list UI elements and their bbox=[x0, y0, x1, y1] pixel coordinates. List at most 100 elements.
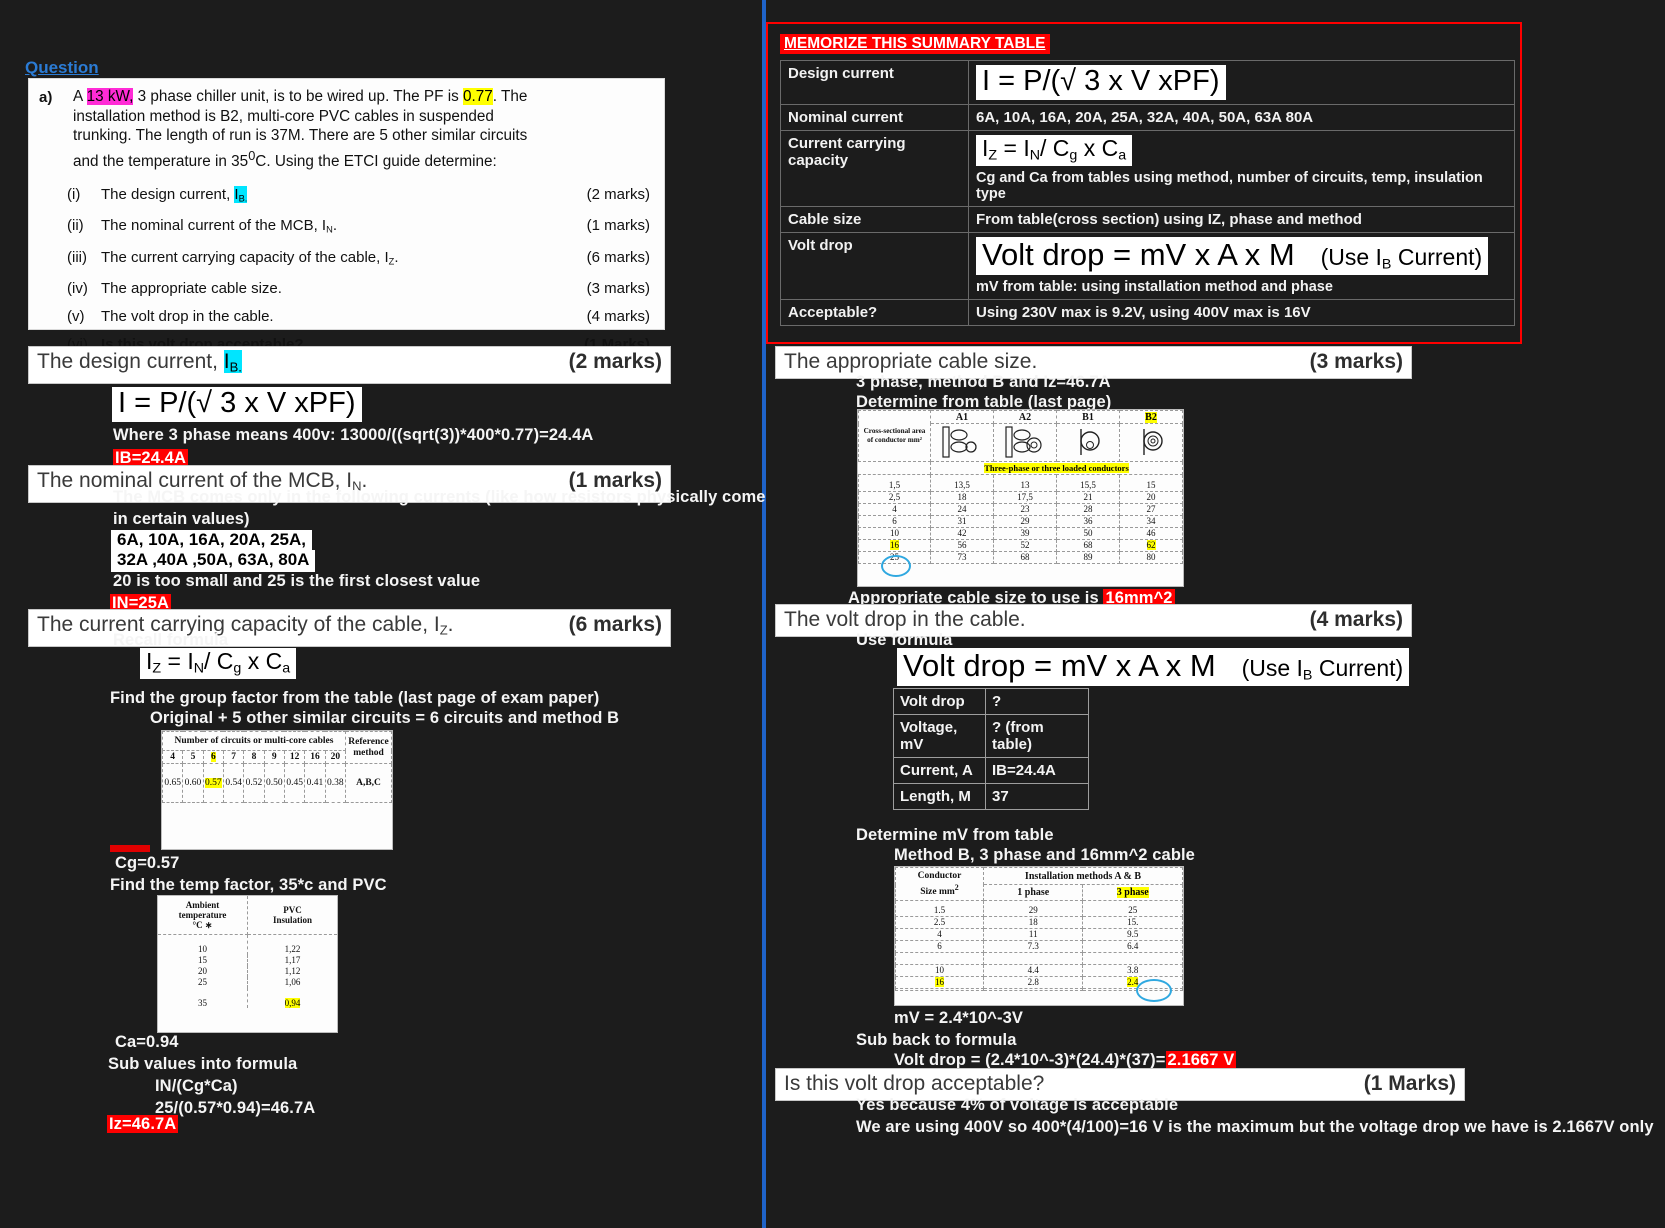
formula-text: I = P/(√ 3 x V xPF) bbox=[112, 387, 362, 422]
temp-factor-instruction: Find the temp factor, 35*c and PVC bbox=[110, 876, 387, 894]
cable-size-line-1: 3 phase, method B and Iz=46.7A bbox=[856, 373, 1111, 391]
summary-formula-volt-drop: Volt drop = mV x A x M (Use IB Current) bbox=[976, 236, 1489, 275]
cg-ref-val: A,B,C bbox=[345, 763, 392, 803]
mv-size bbox=[895, 987, 984, 991]
mcb-line-2: in certain values) bbox=[113, 510, 250, 528]
ca-temp: 15 bbox=[158, 954, 248, 966]
cg-val: 0.38 bbox=[324, 763, 347, 803]
question-item: (iv) The appropriate cable size. (3 mark… bbox=[39, 275, 654, 303]
banner-ib-highlight: IB. bbox=[223, 350, 242, 375]
cg-val-057: 0.57 bbox=[205, 778, 222, 788]
item-text-main: The nominal current of the MCB, I bbox=[101, 217, 327, 235]
q-mid: 3 phase chiller unit, is to be wired up.… bbox=[133, 88, 463, 105]
mv-1phase bbox=[982, 951, 1084, 965]
summary-formula-design-current: I = P/(√ 3 x V xPF) bbox=[976, 65, 1226, 100]
cg-col-6: 6 bbox=[210, 752, 216, 762]
mv-size: 10 bbox=[895, 963, 984, 977]
summary-value: From table(cross section) using IZ, phas… bbox=[968, 205, 1515, 233]
q-post2: C. Using the ETCI guide determine: bbox=[255, 152, 497, 170]
cs-a2: 29 bbox=[993, 514, 1057, 528]
vd-row: Volt drop? bbox=[893, 688, 1089, 715]
cg-val: 0.54 bbox=[222, 763, 245, 803]
cs-b2-62: 62 bbox=[1119, 538, 1183, 552]
banner-marks: (4 marks) bbox=[1309, 608, 1403, 631]
q-kw-highlight: 13 kW, bbox=[86, 88, 134, 105]
cs-b2-62-highlight: 62 bbox=[1146, 540, 1156, 550]
ca-temp: 10 bbox=[158, 934, 248, 955]
sub-values-label: Sub values into formula bbox=[108, 1055, 298, 1073]
item-text: The current carrying capacity of the cab… bbox=[101, 244, 559, 275]
cs-method-header-row: Cross-sectional area of conductor mm² A1… bbox=[858, 410, 1183, 462]
cs-csa: 10 bbox=[858, 526, 931, 540]
item-marks: (2 marks) bbox=[586, 186, 650, 204]
mv-size bbox=[895, 951, 984, 965]
cs-csa: 4 bbox=[858, 502, 931, 516]
item-text: The appropriate cable size. bbox=[101, 280, 282, 298]
mv-row-spacer bbox=[895, 951, 1183, 965]
summary-row-design-current: Design current I = P/(√ 3 x V xPF) bbox=[780, 60, 1515, 105]
cs-a2: 39 bbox=[993, 526, 1057, 540]
ca-val: 1,22 bbox=[284, 944, 301, 954]
item-tail: . bbox=[332, 217, 337, 235]
cg-col: 20 bbox=[324, 750, 347, 764]
vd-value: 37 bbox=[985, 783, 1089, 810]
question-item: (iii) The current carrying capacity of t… bbox=[39, 244, 654, 275]
cs-csa-16: 16 bbox=[858, 538, 931, 552]
banner-title-text: The current carrying capacity of the cab… bbox=[37, 613, 440, 636]
cg-table-header: Number of circuits or multi-core cables bbox=[162, 731, 346, 751]
cs-a1: 24 bbox=[930, 502, 994, 516]
cs-a1: 73 bbox=[930, 550, 994, 564]
mv-3phase: 9.5 bbox=[1082, 927, 1183, 941]
question-scan-block: a) A 13 kW, 3 phase chiller unit, is to … bbox=[28, 78, 665, 353]
banner-title: Is this volt drop acceptable? bbox=[784, 1072, 1045, 1095]
cs-b2: 46 bbox=[1119, 526, 1183, 540]
cs-row: 1,5 13,5 13 15,5 15 bbox=[858, 474, 1183, 492]
cs-method-b1: B1 bbox=[1056, 410, 1120, 424]
mv-result: mV = 2.4*10^-3V bbox=[894, 1009, 1024, 1027]
group-factor-instruction: Find the group factor from the table (la… bbox=[110, 689, 600, 707]
mv-group-header: Installation methods A & B bbox=[983, 866, 1183, 886]
mv-row: 1.5 29 25 bbox=[895, 900, 1183, 917]
mv-3phase bbox=[1082, 987, 1183, 991]
ca-val-highlight: 0,94 bbox=[248, 988, 338, 1009]
q-pf-highlight: 0.77 bbox=[463, 88, 493, 105]
cs-row: 2,5 18 17,5 21 20 bbox=[858, 490, 1183, 504]
ca-row: 10 1,22 bbox=[158, 934, 337, 955]
item-number: (iv) bbox=[67, 280, 88, 298]
vd-formula-text: Volt drop = mV x A x M bbox=[982, 236, 1295, 272]
mv-1phase bbox=[982, 987, 1084, 991]
iz-answer: Iz=46.7A bbox=[107, 1114, 179, 1135]
formula-design-current: I = P/(√ 3 x V xPF) bbox=[112, 387, 362, 422]
mv-3phase-24: 2.4 bbox=[1082, 975, 1183, 989]
mcb-line-1: The MCB comes only in the following curr… bbox=[113, 488, 766, 506]
cs-b2: 27 bbox=[1119, 502, 1183, 516]
cs-csa-16-highlight: 16 bbox=[890, 540, 899, 550]
mv-1phase: 7.3 bbox=[982, 939, 1084, 953]
summary-key: Volt drop bbox=[780, 231, 969, 300]
cg-col: 5 bbox=[182, 750, 204, 764]
item-text: The design current, IB. bbox=[101, 181, 559, 212]
cs-a1: 31 bbox=[930, 514, 994, 528]
cs-a1: 18 bbox=[930, 490, 994, 504]
iz-formula-sub: IN/(Cg*Ca) bbox=[155, 1077, 238, 1095]
cs-span-row: Three-phase or three loaded conductors bbox=[859, 461, 1183, 475]
summary-value: Using 230V max is 9.2V, using 400V max i… bbox=[968, 298, 1515, 326]
item-ib-highlight: IB. bbox=[234, 186, 248, 203]
vd-key: Current, A bbox=[893, 757, 986, 784]
cs-a2: 68 bbox=[993, 550, 1057, 564]
mv-size: 6 bbox=[895, 939, 984, 953]
sub-back-label: Sub back to formula bbox=[856, 1031, 1017, 1049]
question-part-letter: a) bbox=[39, 89, 53, 106]
mv-row-highlighted: 16 2.8 2.4 bbox=[895, 975, 1183, 989]
cs-b2: 80 bbox=[1119, 550, 1183, 564]
cs-csa: 6 bbox=[858, 514, 931, 528]
mv-3phase: 3.8 bbox=[1082, 963, 1183, 977]
volt-drop-values-table: Volt drop? Voltage, mV? (from table) Cur… bbox=[893, 688, 1089, 810]
summary-note-volt-drop: mV from table: using installation method… bbox=[976, 278, 1333, 295]
summary-row-nominal-current: Nominal current 6A, 10A, 16A, 20A, 25A, … bbox=[780, 104, 1515, 131]
summary-value: 6A, 10A, 16A, 20A, 25A, 32A, 40A, 50A, 6… bbox=[968, 104, 1515, 131]
summary-formula-iz: IZ = IN/ Cg x Ca bbox=[976, 135, 1133, 166]
item-marks: (6 marks) bbox=[586, 248, 650, 266]
banner-marks: (1 Marks) bbox=[1363, 1072, 1456, 1095]
cs-csa: 25 bbox=[858, 550, 931, 564]
